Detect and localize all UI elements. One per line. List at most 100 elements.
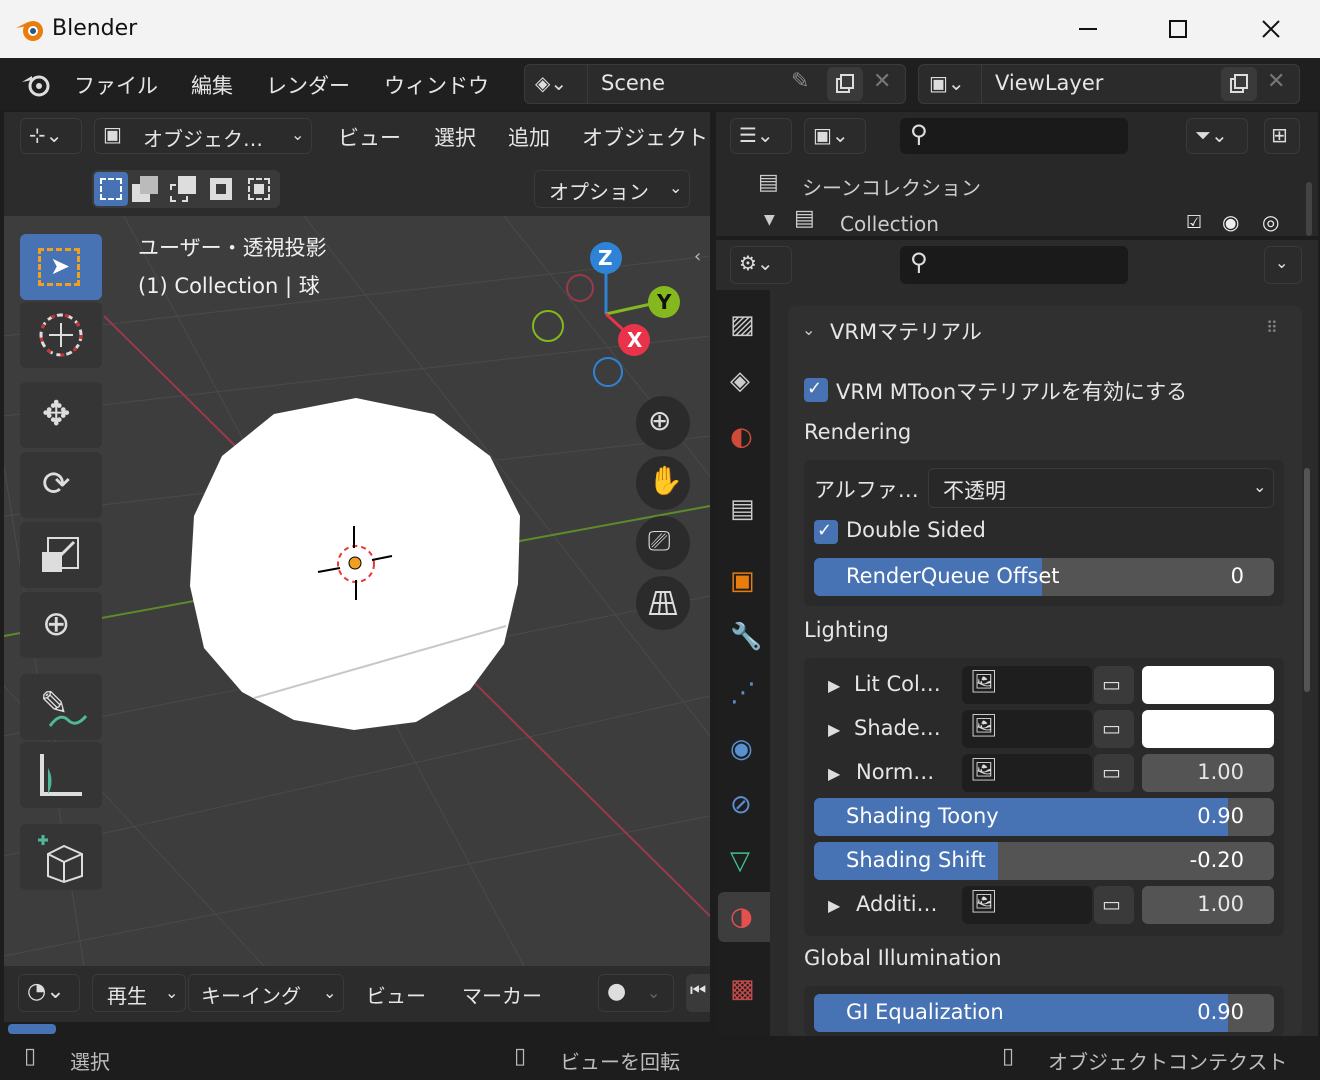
menu-edit[interactable]: 編集	[191, 70, 233, 100]
properties-options-button[interactable]: ⌄	[1264, 246, 1302, 284]
keying-menu[interactable]: キーイング ⌄	[188, 974, 344, 1012]
normal-scale-field[interactable]: 1.00	[1142, 754, 1274, 792]
tab-constraints-icon[interactable]: ⊘	[730, 790, 752, 820]
pan-button[interactable]: ✋	[636, 456, 690, 510]
view-layer-selector[interactable]: ▣⌄ ViewLayer ✕	[918, 64, 1300, 104]
options-dropdown[interactable]: オプション ⌄	[534, 170, 690, 208]
tab-material[interactable]: ◑	[718, 892, 770, 942]
render-queue-offset-field[interactable]: RenderQueue Offset 0	[814, 558, 1274, 596]
playback-menu[interactable]: 再生 ⌄	[92, 974, 186, 1012]
lit-color-swatch[interactable]	[1142, 666, 1274, 704]
scene-collection-label[interactable]: シーンコレクション	[802, 172, 981, 201]
normal-browse-button[interactable]: ▭	[1094, 754, 1134, 792]
filter-dropdown[interactable]: ⏷⌄	[1186, 118, 1248, 154]
tab-object-icon[interactable]: ▣	[730, 566, 755, 596]
menu-window[interactable]: ウィンドウ	[384, 70, 489, 100]
select-intersect-icon[interactable]	[246, 176, 272, 202]
eye-icon[interactable]: ◉	[1222, 210, 1239, 234]
move-tool[interactable]: ✥	[20, 382, 102, 448]
select-subtract-icon[interactable]	[170, 176, 196, 202]
measure-tool[interactable]	[20, 742, 102, 808]
pin-icon[interactable]: ✎	[791, 69, 809, 94]
collection-label[interactable]: Collection	[840, 212, 939, 236]
outliner-scrollbar[interactable]	[1306, 182, 1312, 236]
menu-file[interactable]: ファイル	[74, 70, 158, 100]
vp-menu-select[interactable]: 選択	[434, 122, 476, 152]
camera-render-icon[interactable]: ◎	[1262, 210, 1279, 234]
additive-scale-field[interactable]: 1.00	[1142, 886, 1274, 924]
vp-menu-add[interactable]: 追加	[508, 122, 550, 152]
projection-toggle-button[interactable]	[636, 576, 690, 630]
view-layer-name[interactable]: ViewLayer	[995, 71, 1103, 95]
select-extend-icon[interactable]	[132, 176, 158, 202]
expand-arrow-icon[interactable]: ▼	[764, 212, 775, 228]
enable-mtoon-checkbox[interactable]: ✓	[804, 378, 828, 402]
outliner-editor-type[interactable]: ☰⌄	[730, 118, 792, 154]
annotate-tool[interactable]: ✎	[20, 674, 102, 740]
tab-collection-icon[interactable]: ▤	[730, 494, 755, 524]
minimize-icon[interactable]	[1073, 14, 1103, 44]
shade-color-browse-button[interactable]: ▭	[1094, 710, 1134, 748]
expand-arrow-icon[interactable]: ▶	[828, 720, 840, 739]
select-new-button[interactable]	[94, 172, 128, 206]
jump-start-button[interactable]: ⏮	[686, 974, 710, 1012]
remove-view-layer-icon[interactable]: ✕	[1267, 69, 1285, 94]
expand-arrow-icon[interactable]: ▶	[828, 764, 840, 783]
tab-render-icon[interactable]: ▨	[730, 310, 755, 340]
outliner-search-input[interactable]: ⚲	[900, 118, 1128, 154]
lit-color-browse-button[interactable]: ▭	[1094, 666, 1134, 704]
3d-viewport[interactable]: ➤ ✥ ⟳ ⊕ ✎ ユーザー・透視投影 (1) Collection | 球 Z	[4, 216, 710, 966]
shading-toony-slider[interactable]: Shading Toony 0.90	[814, 798, 1274, 836]
timeline-view-menu[interactable]: ビュー	[366, 980, 426, 1009]
additive-browse-button[interactable]: ▭	[1094, 886, 1134, 924]
rotate-tool[interactable]: ⟳	[20, 452, 102, 518]
scene-name[interactable]: Scene	[601, 71, 665, 95]
camera-view-button[interactable]: ⎚	[636, 516, 690, 570]
tab-physics-icon[interactable]: ◉	[730, 734, 753, 764]
transform-tool[interactable]: ⊕	[20, 592, 102, 658]
copy-view-layer-button[interactable]	[1221, 67, 1257, 101]
shade-color-texture-button[interactable]: 🖼	[962, 710, 1092, 748]
editor-type-button[interactable]: ⊹⌄	[20, 118, 82, 154]
tab-data-icon[interactable]: ▽	[730, 846, 750, 876]
panel-title[interactable]: VRMマテリアル	[830, 316, 982, 346]
tab-world-icon[interactable]: ◐	[730, 422, 753, 452]
new-collection-button[interactable]: ⊞	[1264, 118, 1300, 154]
lit-color-texture-button[interactable]: 🖼	[962, 666, 1092, 704]
vp-menu-view[interactable]: ビュー	[338, 122, 401, 152]
close-icon[interactable]	[1256, 14, 1286, 44]
collapse-arrow-icon[interactable]: ⌄	[802, 320, 815, 339]
timeline-editor-type[interactable]: ◔⌄	[18, 974, 80, 1012]
tab-modifier-wrench-icon[interactable]: 🔧	[730, 622, 762, 652]
expand-arrow-icon[interactable]: ▶	[828, 896, 840, 915]
exclude-checkbox-icon[interactable]: ☑	[1186, 212, 1202, 233]
zoom-button[interactable]: ⊕	[636, 396, 690, 450]
tab-scene-icon[interactable]: ◈	[730, 366, 750, 396]
properties-search-input[interactable]: ⚲	[900, 246, 1128, 284]
frame-ruler[interactable]	[4, 1022, 710, 1036]
menu-render[interactable]: レンダー	[266, 70, 350, 100]
sidebar-toggle-icon[interactable]: ‹	[694, 246, 701, 267]
vp-menu-object[interactable]: オブジェクト	[582, 122, 708, 152]
current-frame-indicator[interactable]	[8, 1024, 56, 1034]
expand-arrow-icon[interactable]: ▶	[828, 676, 840, 695]
remove-scene-icon[interactable]: ✕	[873, 69, 891, 94]
timeline-marker-menu[interactable]: マーカー	[462, 980, 542, 1009]
gi-equalization-slider[interactable]: GI Equalization 0.90	[814, 994, 1274, 1032]
alpha-mode-dropdown[interactable]: 不透明 ⌄	[928, 468, 1274, 508]
display-mode-selector[interactable]: ▣⌄	[804, 118, 866, 154]
properties-scrollbar[interactable]	[1304, 468, 1310, 692]
copy-scene-button[interactable]	[827, 67, 863, 101]
add-cube-tool[interactable]	[20, 824, 102, 890]
properties-editor-type[interactable]: ⚙⌄	[730, 246, 792, 284]
maximize-icon[interactable]	[1163, 14, 1193, 44]
select-box-tool[interactable]: ➤	[20, 234, 102, 300]
drag-handle-icon[interactable]: ⠿	[1266, 318, 1278, 337]
normal-texture-button[interactable]: 🖼	[962, 754, 1092, 792]
double-sided-checkbox[interactable]: ✓	[814, 520, 838, 544]
blender-menu-icon[interactable]	[20, 70, 52, 98]
shade-color-swatch[interactable]	[1142, 710, 1274, 748]
select-invert-icon[interactable]	[208, 176, 234, 202]
tab-particles-icon[interactable]: ⋰	[730, 678, 756, 708]
auto-keying-toggle[interactable]: ● ⌄	[598, 974, 674, 1012]
